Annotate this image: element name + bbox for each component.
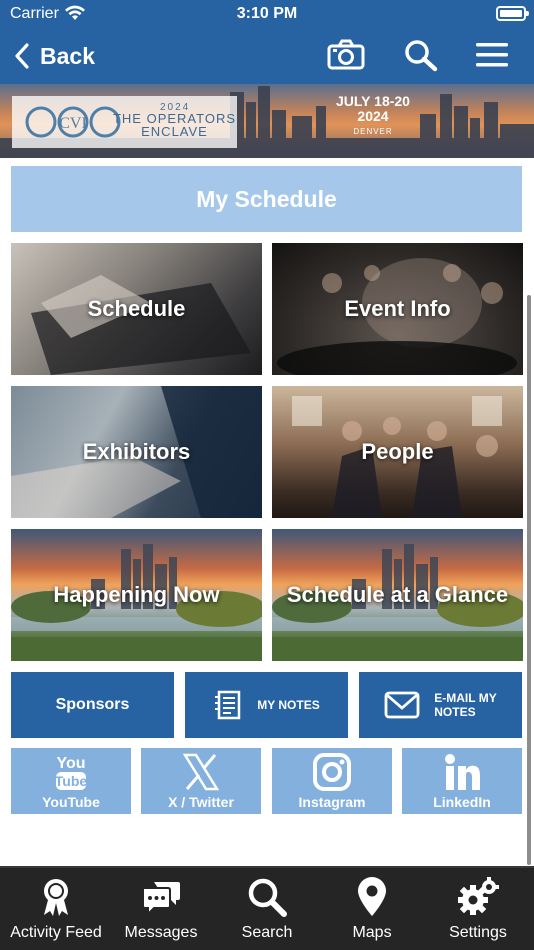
schedule-tile-label: Schedule [87,296,186,321]
status-bar: Carrier 3:10 PM [0,0,534,30]
x-twitter-icon [182,753,220,791]
happening-now-tile-label: Happening Now [53,582,220,607]
sponsors-label: Sponsors [55,696,130,713]
linkedin-label: LinkedIn [433,794,491,810]
instagram-label: Instagram [298,794,366,810]
schedule-at-a-glance-tile[interactable]: Schedule at a Glance [272,529,523,661]
youtube-label: YouTube [42,794,100,810]
youtube-icon: You Tube [55,755,88,790]
menu-icon[interactable] [474,38,512,72]
top-bar: Carrier 3:10 PM Back [0,0,534,84]
tab-messages-label: Messages [124,924,198,941]
svg-text:Tube: Tube [55,773,88,789]
notes-icon [215,690,241,720]
chevron-left-icon [15,43,29,69]
back-button[interactable]: Back [14,40,95,72]
award-ribbon-icon [44,879,68,916]
sponsors-button[interactable]: Sponsors [11,672,174,738]
search-icon [248,878,287,917]
scrollbar[interactable] [527,295,531,865]
chat-bubbles-icon [142,882,180,917]
people-tile[interactable]: People [272,386,523,518]
youtube-button[interactable]: You Tube YouTube [11,748,131,814]
event-info-tile-label: Event Info [344,296,451,321]
schedule-tile[interactable]: Schedule [11,243,262,375]
tab-messages[interactable]: Messages [108,868,214,950]
schedule-at-a-glance-tile-label: Schedule at a Glance [286,582,509,607]
tab-settings[interactable]: Settings [425,868,531,950]
tab-maps[interactable]: Maps [319,868,425,950]
tab-search[interactable]: Search [214,868,320,950]
event-dates: JULY 18-20 2024 DENVER [328,94,418,139]
my-notes-button[interactable]: MY NOTES [185,672,348,738]
event-logo: CVI 2024 THE OPERATORS ENCLAVE [12,96,237,148]
camera-icon[interactable] [327,38,365,72]
my-schedule-button[interactable]: My Schedule [11,166,522,232]
instagram-button[interactable]: Instagram [272,748,392,814]
happening-now-tile[interactable]: Happening Now [11,529,262,661]
tab-maps-label: Maps [352,924,392,941]
event-name: THE OPERATORS ENCLAVE [112,111,237,139]
my-notes-label: MY NOTES [257,698,320,712]
gears-icon [458,877,499,915]
map-pin-icon [358,877,386,916]
exhibitors-tile[interactable]: Exhibitors [11,386,262,518]
battery-icon [496,6,529,21]
exhibitors-tile-label: Exhibitors [82,439,191,464]
clock: 3:10 PM [236,5,298,22]
people-tile-label: People [361,439,434,464]
tab-search-label: Search [241,924,293,941]
main-content: My Schedule Schedule Event Info Exhibito… [0,158,534,866]
x-twitter-label: X / Twitter [168,794,234,810]
event-info-tile[interactable]: Event Info [272,243,523,375]
search-icon[interactable] [402,38,440,72]
navigation-bar: Back [0,30,534,84]
bottom-tab-bar: Activity Feed Messages Search Maps Setti… [0,866,534,950]
email-my-notes-button[interactable]: E-MAIL MY NOTES [359,672,522,738]
event-location: DENVER [353,127,393,136]
event-date-range: JULY 18-20 [336,93,410,109]
linkedin-button[interactable]: LinkedIn [402,748,522,814]
email-my-notes-label-line2: NOTES [434,705,476,719]
back-label: Back [40,42,95,69]
tab-activity-feed-label: Activity Feed [10,924,102,941]
email-my-notes-label: E-MAIL MY NOTES [434,691,496,719]
cvi-logo-icon: CVI [25,106,121,138]
envelope-icon [384,691,420,719]
x-twitter-button[interactable]: X / Twitter [141,748,261,814]
linkedin-icon [445,754,480,790]
instagram-icon [313,753,351,791]
svg-text:CVI: CVI [59,115,87,132]
event-date-year: 2024 [357,108,389,124]
svg-text:You: You [56,755,85,772]
email-my-notes-label-line1: E-MAIL MY [434,691,497,705]
tab-settings-label: Settings [449,924,507,941]
tab-activity-feed[interactable]: Activity Feed [3,868,109,950]
event-banner: CVI 2024 THE OPERATORS ENCLAVE JULY 18-2… [0,84,534,158]
